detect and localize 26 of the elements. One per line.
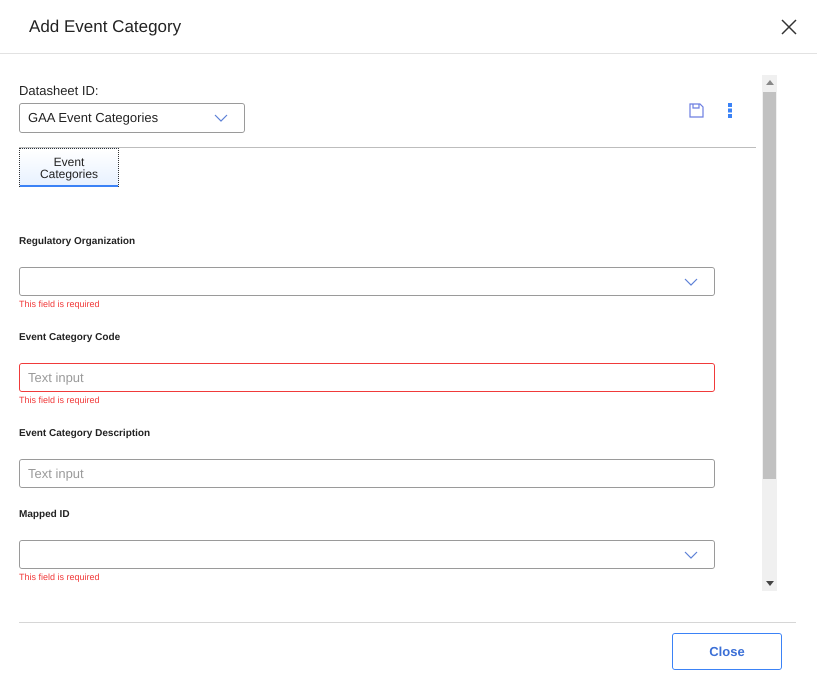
dialog-title: Add Event Category [29,16,182,38]
dropdown-field[interactable] [19,540,715,569]
error-message: This field is required [19,298,101,311]
close-icon[interactable] [781,18,797,34]
text-input-field[interactable]: Text input [19,459,715,488]
more-options-icon[interactable] [728,103,732,118]
save-icon[interactable] [689,103,704,118]
scroll-up-arrow-icon[interactable] [766,80,774,85]
scroll-down-arrow-icon[interactable] [766,581,774,586]
error-message: This field is required [19,394,101,407]
field-label: Event Category Code [19,331,122,345]
tab[interactable]: Event Categories [19,148,119,187]
field-label: Event Category Description [19,427,152,441]
datasheet-dropdown[interactable]: GAA Event Categories [19,103,245,133]
scrollbar-thumb[interactable] [763,92,776,479]
field-label: Regulatory Organization [19,235,136,249]
text-input-field[interactable]: Text input [19,363,715,392]
chevron-down-icon [214,114,228,122]
error-message: This field is required [19,571,101,584]
chevron-down-icon [684,278,698,286]
field-label: Mapped ID [19,508,71,522]
scrollbar-track[interactable] [762,75,777,591]
dropdown-field[interactable] [19,267,715,296]
datasheet-label: Datasheet ID: [19,82,100,100]
chevron-down-icon [684,550,698,558]
close-button[interactable]: Close [672,633,782,670]
